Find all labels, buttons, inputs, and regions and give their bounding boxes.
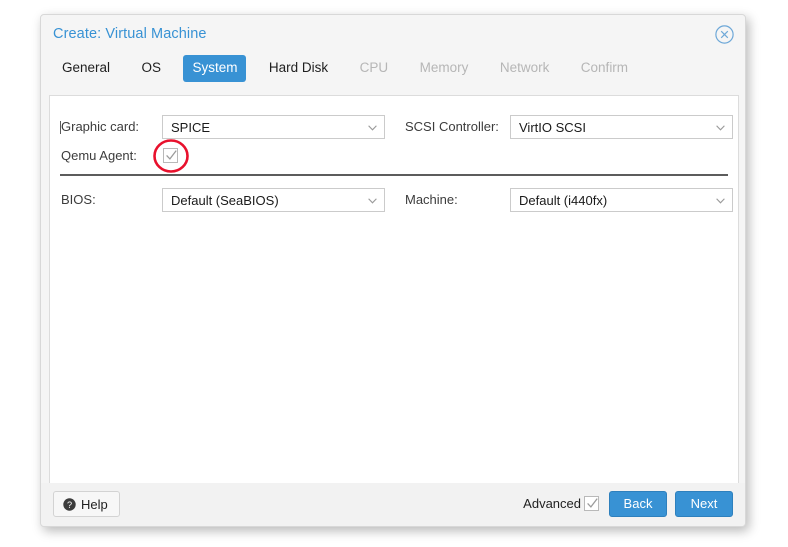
tab-memory: Memory — [419, 60, 469, 75]
help-button[interactable]: ? Help — [53, 491, 120, 517]
graphic-card-select[interactable]: SPICE — [162, 115, 385, 139]
tab-confirm: Confirm — [580, 60, 629, 75]
help-button-label: Help — [81, 497, 108, 512]
qemu-agent-checkbox[interactable] — [163, 148, 178, 163]
question-mark-icon: ? — [63, 494, 76, 511]
graphic-card-label: Graphic card: — [61, 119, 140, 134]
scsi-controller-select[interactable]: VirtIO SCSI — [510, 115, 733, 139]
qemu-agent-label: Qemu Agent: — [61, 148, 137, 163]
bios-label: BIOS: — [61, 192, 96, 207]
machine-value: Default (i440fx) — [519, 193, 608, 208]
machine-label: Machine: — [405, 192, 458, 207]
dialog-footer: ? Help Advanced Back Next — [41, 483, 745, 526]
bios-select[interactable]: Default (SeaBIOS) — [162, 188, 385, 212]
chevron-down-icon — [368, 198, 377, 204]
chevron-down-icon — [368, 125, 377, 131]
bios-value: Default (SeaBIOS) — [171, 193, 279, 208]
dialog-title: Create: Virtual Machine — [53, 26, 207, 42]
create-vm-dialog: Create: Virtual Machine General OS Syste… — [40, 14, 746, 527]
tab-system[interactable]: System — [183, 55, 247, 82]
tab-cpu: CPU — [359, 60, 389, 75]
tab-network: Network — [499, 60, 550, 75]
section-divider — [60, 174, 728, 176]
machine-select[interactable]: Default (i440fx) — [510, 188, 733, 212]
next-button[interactable]: Next — [675, 491, 733, 517]
advanced-label: Advanced — [523, 496, 581, 511]
dialog-titlebar: Create: Virtual Machine — [41, 15, 745, 55]
tab-hard-disk[interactable]: Hard Disk — [260, 55, 337, 82]
system-form-panel: Graphic card: SPICE SCSI Controller: Vir… — [49, 95, 739, 495]
back-button[interactable]: Back — [609, 491, 667, 517]
scsi-controller-label: SCSI Controller: — [405, 119, 499, 134]
tab-os[interactable]: OS — [132, 55, 170, 82]
svg-text:?: ? — [67, 500, 72, 510]
screen-root: Create: Virtual Machine General OS Syste… — [0, 0, 788, 547]
wizard-tabs: General OS System Hard Disk CPU Memory N… — [41, 55, 745, 91]
advanced-checkbox[interactable] — [584, 496, 599, 511]
chevron-down-icon — [716, 198, 725, 204]
graphic-card-value: SPICE — [171, 120, 211, 135]
scsi-controller-value: VirtIO SCSI — [519, 120, 586, 135]
close-icon[interactable] — [714, 24, 735, 45]
tab-general[interactable]: General — [53, 55, 119, 82]
chevron-down-icon — [716, 125, 725, 131]
